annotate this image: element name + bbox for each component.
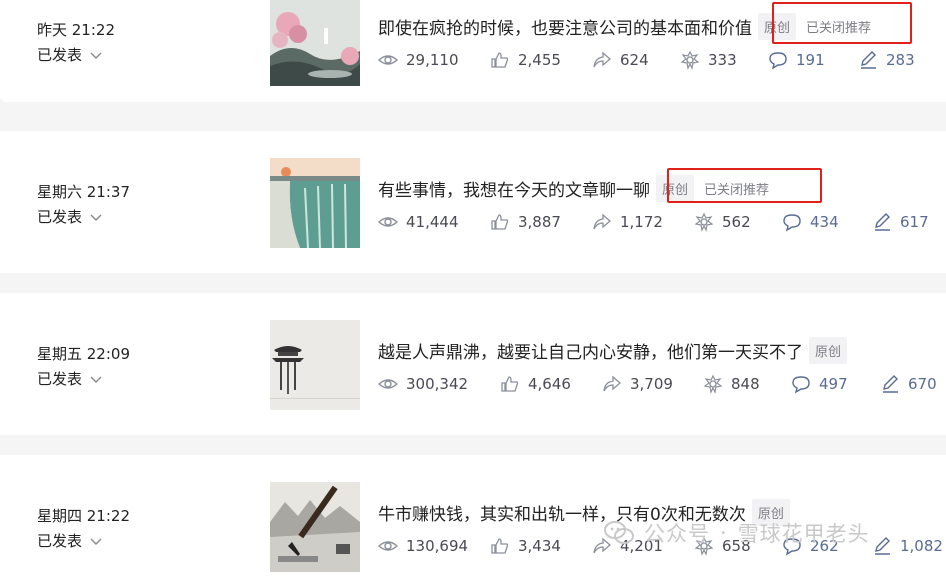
pencil-icon xyxy=(883,375,898,393)
highlight-box xyxy=(772,2,912,44)
status-label: 已发表 xyxy=(37,532,83,550)
thumbs-up-icon xyxy=(491,214,509,230)
article-card-1[interactable]: 昨天 21:22 已发表 即使在疯抢的时候，也要注意公司的基本面和价值 原创 已… xyxy=(0,0,946,102)
article-title-text: 即使在疯抢的时候，也要注意公司的基本面和价值 xyxy=(378,19,752,39)
pencil-icon xyxy=(861,51,876,69)
flower-icon xyxy=(680,50,700,70)
stat-views: 41,444 xyxy=(378,212,459,232)
stat-edits: 1,082 xyxy=(872,536,943,556)
status-dropdown[interactable]: 已发表 xyxy=(37,44,102,65)
stat-views: 300,342 xyxy=(378,374,468,394)
original-badge: 原创 xyxy=(809,337,848,364)
eye-icon xyxy=(378,379,398,389)
article-card-3[interactable]: 星期五 22:09 已发表 越是人声鼎沸，越要让自己内心安静，他们第一天买不了 … xyxy=(0,293,946,435)
chevron-down-icon xyxy=(90,52,102,59)
comment-icon xyxy=(783,214,801,232)
watermark-separator: · xyxy=(720,521,728,545)
stat-edits: 283 xyxy=(858,50,915,70)
flower-icon xyxy=(703,374,723,394)
article-title-text: 越是人声鼎沸，越要让自己内心安静，他们第一天买不了 xyxy=(378,343,803,363)
chevron-down-icon xyxy=(90,214,102,221)
stat-likes: 4,646 xyxy=(500,374,571,394)
status-dropdown[interactable]: 已发表 xyxy=(37,368,102,389)
watermark: 公众号 · 雪球花甲老头 xyxy=(604,518,870,548)
article-thumbnail[interactable] xyxy=(270,0,360,86)
share-icon xyxy=(593,51,611,68)
stat-shares: 1,172 xyxy=(592,212,663,232)
stat-likes: 2,455 xyxy=(490,50,561,70)
article-date: 昨天 21:22 xyxy=(37,21,115,39)
thumbs-up-icon xyxy=(491,538,509,554)
article-thumbnail[interactable] xyxy=(270,482,360,572)
article-date: 星期四 21:22 xyxy=(37,507,130,525)
share-icon xyxy=(593,213,611,230)
eye-icon xyxy=(378,217,398,227)
pencil-icon xyxy=(875,213,890,231)
status-dropdown[interactable]: 已发表 xyxy=(37,530,102,551)
eye-icon xyxy=(378,541,398,551)
stat-likes: 3,434 xyxy=(490,536,561,556)
comment-icon xyxy=(769,52,787,70)
stat-shares: 3,709 xyxy=(602,374,673,394)
stat-views: 29,110 xyxy=(378,50,459,70)
stat-wow: 333 xyxy=(680,50,737,70)
pencil-icon xyxy=(875,537,890,555)
watermark-account: 雪球花甲老头 xyxy=(737,522,870,546)
chevron-down-icon xyxy=(90,538,102,545)
article-title[interactable]: 越是人声鼎沸，越要让自己内心安静，他们第一天买不了 原创 xyxy=(378,337,848,364)
article-date: 星期五 22:09 xyxy=(37,345,130,363)
flower-icon xyxy=(694,212,714,232)
thumbs-up-icon xyxy=(501,376,519,392)
stat-shares: 624 xyxy=(592,50,649,70)
status-label: 已发表 xyxy=(37,208,83,226)
comment-icon xyxy=(792,376,810,394)
stat-comments: 497 xyxy=(791,374,848,394)
article-title-text: 有些事情，我想在今天的文章聊一聊 xyxy=(378,181,650,201)
stat-edits: 670 xyxy=(880,374,937,394)
thumbs-up-icon xyxy=(491,52,509,68)
highlight-box xyxy=(667,168,822,203)
article-thumbnail[interactable] xyxy=(270,158,360,248)
stat-comments: 434 xyxy=(782,212,839,232)
share-icon xyxy=(603,375,621,392)
article-card-2[interactable]: 星期六 21:37 已发表 有些事情，我想在今天的文章聊一聊 原创 已关闭推荐 … xyxy=(0,131,946,273)
article-date: 星期六 21:37 xyxy=(37,183,130,201)
stat-comments: 191 xyxy=(768,50,825,70)
stat-views: 130,694 xyxy=(378,536,468,556)
stat-wow: 848 xyxy=(703,374,760,394)
eye-icon xyxy=(378,55,398,65)
watermark-channel: 公众号 xyxy=(644,522,710,546)
stat-edits: 617 xyxy=(872,212,929,232)
chevron-down-icon xyxy=(90,376,102,383)
status-dropdown[interactable]: 已发表 xyxy=(37,206,102,227)
article-thumbnail[interactable] xyxy=(270,320,360,410)
stat-likes: 3,887 xyxy=(490,212,561,232)
status-label: 已发表 xyxy=(37,46,83,64)
status-label: 已发表 xyxy=(37,370,83,388)
wechat-icon xyxy=(604,521,634,544)
stat-wow: 562 xyxy=(694,212,751,232)
